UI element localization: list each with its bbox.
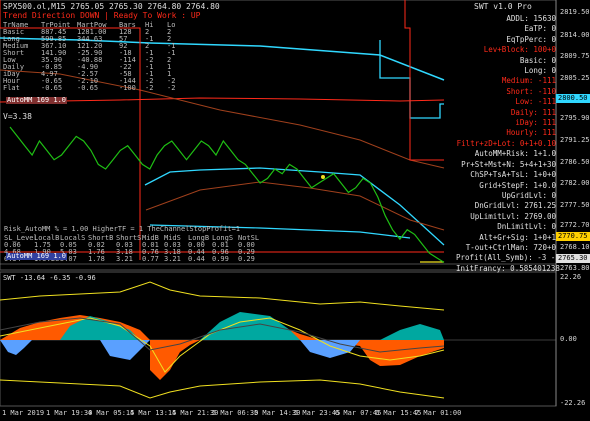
swt-row: Profit(All_Symb): -3 -3 bbox=[456, 253, 560, 263]
price-marker: 2800.50 bbox=[556, 94, 590, 103]
swt-row: Medium: -111 bbox=[501, 76, 556, 86]
swt-row: Long: 0 bbox=[524, 66, 556, 76]
risk-line: Risk_AutoMM % = 1.00 HigherTF = 1 TheCha… bbox=[4, 225, 241, 233]
price-tick-label: 2786.50 bbox=[560, 158, 590, 166]
price-tick-label: 2819.50 bbox=[560, 8, 590, 16]
time-tick-label: 5 Mar 06:30 bbox=[212, 409, 259, 417]
swt-row: Lev+Block: 100+0 bbox=[483, 45, 556, 55]
table-cell: -2 bbox=[145, 84, 154, 92]
swt-row: ChSP+TsA+TsL: 1+0+0 bbox=[470, 170, 556, 180]
price-tick-label: 2795.90 bbox=[560, 114, 590, 122]
swt-row: Filtr+zD+Lot: 0+1+0.10 bbox=[456, 138, 556, 148]
swt-row: ADDL: 15630 bbox=[506, 14, 556, 23]
swt-row: Hourly: 111 bbox=[506, 128, 556, 138]
table-cell: 0.77 bbox=[142, 255, 159, 263]
indicator-title: SWT v1.0 Pro bbox=[474, 2, 532, 11]
sub-axis-bottom: -22.26 bbox=[560, 399, 586, 407]
swt-row: AutoMM+Risk: 1+1.0 bbox=[474, 149, 556, 159]
time-tick-label: 7 Mar 01:00 bbox=[415, 409, 462, 417]
price-tick-label: 2791.25 bbox=[560, 136, 590, 144]
table-row: Flat -0.65 -0.65 -100 -2 -2 bbox=[3, 85, 185, 92]
price-tick-label: 2763.80 bbox=[560, 264, 590, 272]
chart-title: SPX500.ol,M15 2765.05 2765.30 2764.80 27… bbox=[3, 2, 220, 11]
price-marker: 2765.30 bbox=[556, 254, 590, 263]
time-tick-label: 1 Mar 2019 bbox=[2, 409, 45, 417]
table-cell: 3.21 bbox=[116, 255, 133, 263]
time-tick-label: 1 Mar 19:30 bbox=[46, 409, 93, 417]
swt-row: DnLimitLvl: 0 bbox=[497, 222, 556, 232]
swt-row: UpLimitLvl: 2769.00 bbox=[470, 211, 556, 221]
v-label: V=3.38 bbox=[3, 112, 32, 121]
automm-note: AutoMM 169 1.0 bbox=[6, 96, 68, 104]
time-tick-label: 5 Mar 23:45 bbox=[294, 409, 341, 417]
swt-row: Daily: 111 bbox=[510, 107, 556, 117]
swt-row: Alt+Gr+Sig: 1+0+1 bbox=[479, 232, 556, 242]
table-cell: 0.99 bbox=[212, 255, 229, 263]
table-cell: 3.21 bbox=[164, 255, 181, 263]
price-tick-label: 2782.00 bbox=[560, 179, 590, 187]
table-cell: -2 bbox=[167, 84, 176, 92]
swt-panel: ADDL: 15630 EaTP: 0 EqTpPerc: 0 Lev+Block: … bbox=[456, 14, 560, 274]
table-cell: Flat bbox=[3, 84, 20, 92]
automm-note-2: AutoMM 169 1.0 bbox=[6, 252, 68, 260]
swt-row: Basic: 0 bbox=[519, 55, 556, 65]
swt-row: DnGridLvl: 2761.25 bbox=[474, 201, 556, 211]
table-cell: -0.65 bbox=[41, 84, 63, 92]
table-cell: -100 bbox=[119, 84, 136, 92]
swt-row: InitFrancy: 0.585401238 bbox=[456, 263, 560, 273]
subwindow-title: SWT -13.64 -6.35 -0.96 bbox=[3, 274, 96, 282]
top-table: TrName TrPoint MartPow Bars Hi Lo Basic 8… bbox=[3, 22, 185, 92]
table-cell: -0.65 bbox=[77, 84, 99, 92]
time-tick-label: 4 Mar 13:15 bbox=[130, 409, 177, 417]
sub-axis-top: 22.26 bbox=[560, 273, 582, 281]
price-cursor-dot bbox=[321, 175, 325, 179]
price-tick-label: 2814.00 bbox=[560, 31, 590, 39]
price-tick-label: 2768.10 bbox=[560, 243, 590, 251]
table-cell: 0.29 bbox=[238, 255, 255, 263]
price-tick-label: 2777.50 bbox=[560, 201, 590, 209]
swt-row: UpGridLvl: 0 bbox=[501, 190, 556, 200]
swt-row: T-out+CtrlMan: 720+0 bbox=[465, 242, 556, 252]
price-tick-label: 2772.70 bbox=[560, 221, 590, 229]
price-marker: 2770.75 bbox=[556, 232, 590, 241]
swt-row: Short: -110 bbox=[506, 86, 556, 96]
price-tick-label: 2805.25 bbox=[560, 74, 590, 82]
swt-row: Low: -111 bbox=[515, 97, 556, 107]
time-tick-label: 4 Mar 05:15 bbox=[88, 409, 135, 417]
swt-row: EaTP: 0 bbox=[524, 24, 556, 34]
trend-header: Trend Direction DOWN | Ready To Work : U… bbox=[3, 11, 201, 20]
sub-axis-zero: 0.00 bbox=[560, 335, 577, 343]
table-cell: 0.44 bbox=[188, 255, 205, 263]
swt-row: EqTpPerc: 0 bbox=[506, 34, 556, 44]
swt-row: Pr+St+Mst+N: 5+4+1+30 bbox=[461, 159, 556, 169]
price-tick-label: 2809.75 bbox=[560, 52, 590, 60]
swt-row: iDay: 111 bbox=[515, 118, 556, 128]
swt-row: Grid+StepF: 1+0.0 bbox=[479, 180, 556, 190]
table-cell: 1.78 bbox=[88, 255, 105, 263]
